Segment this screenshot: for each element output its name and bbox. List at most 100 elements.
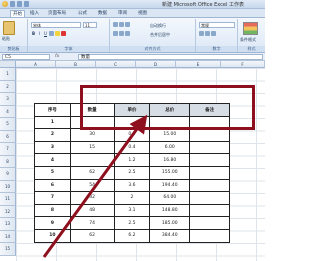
table-cell[interactable] (189, 128, 230, 142)
row-header[interactable]: 1 (0, 68, 16, 81)
fill-color-icon[interactable] (55, 31, 60, 36)
table-cell[interactable]: 54 (69, 178, 115, 193)
italic-button[interactable]: I (37, 31, 42, 36)
tab-home[interactable]: 开始 (10, 10, 25, 17)
font-name-select[interactable]: 宋体 (31, 22, 81, 28)
table-cell[interactable]: 15.00 (149, 128, 191, 142)
underline-button[interactable]: U (43, 31, 48, 36)
table-cell[interactable]: 15 (69, 140, 115, 155)
tab-data[interactable]: 数据 (96, 10, 109, 17)
font-color-icon[interactable] (61, 31, 66, 36)
tab-page-layout[interactable]: 页面布局 (46, 10, 68, 17)
table-cell[interactable] (189, 153, 230, 167)
table-cell[interactable] (69, 153, 115, 167)
table-cell[interactable]: 155.00 (149, 165, 191, 180)
row-header[interactable]: 2 (0, 80, 16, 93)
column-header-e[interactable]: E (176, 61, 221, 68)
font-size-select[interactable]: 11 (83, 22, 97, 28)
column-header-a[interactable]: A (16, 61, 56, 68)
table-cell[interactable]: 62 (69, 165, 115, 180)
table-cell[interactable]: 6 (34, 178, 71, 193)
paste-button-label[interactable]: 粘贴 (2, 36, 10, 42)
row-header[interactable]: 9 (0, 168, 16, 181)
table-cell[interactable] (189, 203, 230, 218)
row-header[interactable]: 12 (0, 205, 16, 218)
table-cell[interactable]: 1 (34, 115, 71, 130)
table-cell[interactable]: 32 (69, 191, 115, 205)
row-header[interactable]: 4 (0, 105, 16, 118)
currency-icon[interactable] (199, 31, 204, 36)
align-top-icon[interactable] (113, 22, 118, 27)
table-cell[interactable] (189, 140, 230, 155)
wrap-text-button[interactable]: 自动换行 (150, 23, 166, 29)
table-cell[interactable]: 9 (34, 216, 71, 230)
align-left-icon[interactable] (113, 31, 118, 36)
undo-icon[interactable] (17, 1, 22, 7)
table-cell[interactable] (189, 178, 230, 193)
table-cell[interactable]: 6.2 (113, 228, 151, 243)
column-header-c[interactable]: C (96, 61, 136, 68)
column-header-f[interactable]: F (221, 61, 265, 68)
bold-button[interactable]: B (31, 31, 36, 36)
table-cell[interactable]: 2 (34, 128, 71, 142)
office-button-icon[interactable] (2, 1, 8, 7)
table-cell[interactable]: 5 (34, 165, 71, 180)
align-center-icon[interactable] (119, 31, 124, 36)
table-cell[interactable] (189, 191, 230, 205)
select-all-corner[interactable] (0, 61, 16, 68)
table-cell[interactable]: 4 (34, 153, 71, 167)
table-cell[interactable] (189, 228, 230, 243)
align-right-icon[interactable] (125, 31, 130, 36)
table-cell[interactable]: 6.00 (149, 140, 191, 155)
percent-icon[interactable] (205, 31, 210, 36)
table-cell[interactable]: 62 (69, 228, 115, 243)
save-icon[interactable] (10, 1, 15, 7)
paste-icon[interactable] (3, 21, 15, 35)
conditional-format-icon[interactable] (243, 22, 258, 35)
row-header[interactable]: 6 (0, 130, 16, 143)
table-cell[interactable]: 0.5 (113, 128, 151, 142)
formula-input[interactable]: 数量 (78, 54, 263, 60)
table-cell[interactable]: 185.00 (149, 216, 191, 230)
table-cell[interactable]: 2 (113, 191, 151, 205)
conditional-format-button[interactable]: 条件格式 (240, 37, 256, 43)
table-cell[interactable]: 48 (69, 203, 115, 218)
table-cell[interactable]: 64.00 (149, 191, 191, 205)
merge-center-button[interactable]: 合并后居中 (150, 32, 170, 38)
table-cell[interactable] (189, 216, 230, 230)
table-cell[interactable] (189, 165, 230, 180)
table-cell[interactable]: 148.80 (149, 203, 191, 218)
align-bottom-icon[interactable] (125, 22, 130, 27)
row-header[interactable]: 14 (0, 230, 16, 243)
table-cell[interactable]: 8 (34, 203, 71, 218)
table-cell[interactable]: 10 (34, 228, 71, 243)
header-cell[interactable]: 序号 (34, 103, 71, 117)
tab-view[interactable]: 视图 (136, 10, 149, 17)
align-middle-icon[interactable] (119, 22, 124, 27)
number-format-select[interactable]: 常规 (199, 22, 235, 28)
fx-icon[interactable]: fx (55, 54, 59, 59)
table-cell[interactable]: 16.80 (149, 153, 191, 167)
table-cell[interactable]: 30 (69, 128, 115, 142)
table-cell[interactable]: 74 (69, 216, 115, 230)
table-cell[interactable]: 1.2 (113, 153, 151, 167)
table-cell[interactable]: 3.1 (113, 203, 151, 218)
row-header[interactable]: 11 (0, 193, 16, 206)
row-header[interactable]: 3 (0, 93, 16, 106)
comma-icon[interactable] (211, 31, 216, 36)
table-cell[interactable]: 2.5 (113, 165, 151, 180)
row-header[interactable]: 7 (0, 143, 16, 156)
table-cell[interactable]: 2.5 (113, 216, 151, 230)
name-box[interactable]: C5 (2, 54, 50, 60)
tab-formulas[interactable]: 公式 (76, 10, 89, 17)
tab-review[interactable]: 审阅 (116, 10, 129, 17)
table-cell[interactable]: 0.4 (113, 140, 151, 155)
row-header[interactable]: 10 (0, 180, 16, 193)
redo-icon[interactable] (24, 1, 29, 7)
table-cell[interactable]: 3 (34, 140, 71, 155)
table-cell[interactable]: 384.40 (149, 228, 191, 243)
column-header-d[interactable]: D (136, 61, 176, 68)
table-cell[interactable]: 7 (34, 191, 71, 205)
column-header-b[interactable]: B (56, 61, 96, 68)
row-header[interactable]: 15 (0, 243, 16, 256)
